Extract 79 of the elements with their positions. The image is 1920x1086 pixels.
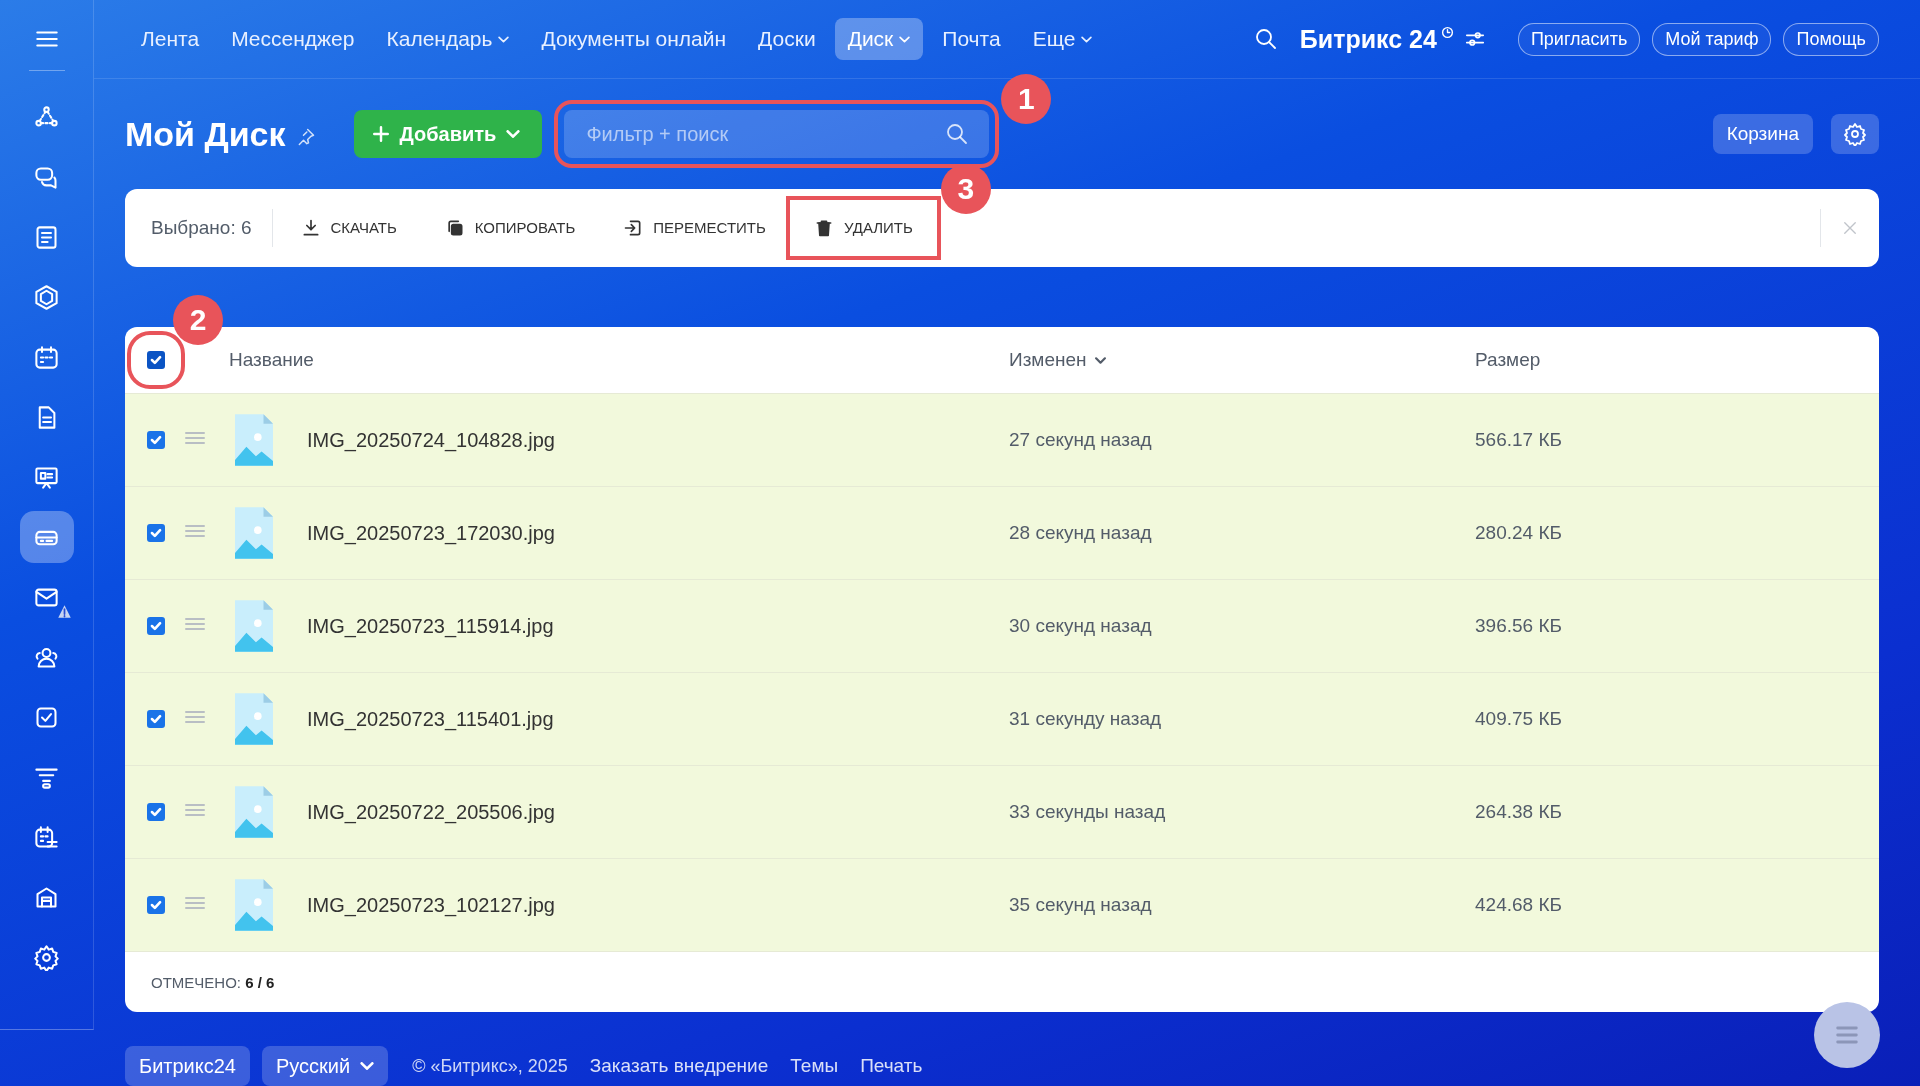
nav-link[interactable]: Доски xyxy=(745,18,829,61)
plus-icon xyxy=(371,125,390,143)
caret-icon xyxy=(1094,356,1106,364)
nav-link[interactable]: Еще xyxy=(1019,18,1106,61)
footer-link[interactable]: Заказать внедрение xyxy=(589,1055,769,1077)
action-button[interactable]: ПЕРЕМЕСТИТЬ xyxy=(603,203,786,252)
footer-link[interactable]: Печать xyxy=(860,1055,923,1077)
file-size: 409.75 КБ xyxy=(1475,708,1563,730)
file-size: 280.24 КБ xyxy=(1475,522,1563,544)
modified-time: 31 секунду назад xyxy=(1009,708,1163,730)
modified-time: 30 секунд назад xyxy=(1009,615,1153,637)
nav-link[interactable]: Лента xyxy=(128,18,213,61)
file-name[interactable]: IMG_20250723_172030.jpg xyxy=(307,521,555,545)
header-button[interactable]: Помощь xyxy=(1783,22,1879,56)
drag-handle-icon[interactable] xyxy=(185,896,205,910)
file-size: 396.56 КБ xyxy=(1475,615,1563,637)
select-all-checkbox[interactable] xyxy=(147,351,165,369)
image-file-icon xyxy=(235,879,273,931)
row-checkbox[interactable] xyxy=(147,431,165,449)
caret-icon xyxy=(506,130,521,138)
file-size: 566.17 КБ xyxy=(1475,429,1563,451)
file-name[interactable]: IMG_20250722_205506.jpg xyxy=(307,800,555,824)
footer-link[interactable]: Темы xyxy=(790,1055,839,1077)
settings-icon xyxy=(1843,122,1867,146)
row-checkbox[interactable] xyxy=(147,524,165,542)
trash-button[interactable]: Корзина xyxy=(1712,114,1813,154)
caret-icon xyxy=(899,35,911,43)
clock-icon xyxy=(1440,25,1454,39)
logo[interactable]: Битрикс 24 xyxy=(1299,24,1437,54)
step-number: 1 xyxy=(1001,74,1052,124)
search-icon[interactable] xyxy=(945,122,970,146)
modified-time: 27 секунд назад xyxy=(1009,429,1153,451)
step-number: 2 xyxy=(173,295,223,345)
column-header[interactable]: Размер xyxy=(1475,349,1879,371)
file-name[interactable]: IMG_20250723_102127.jpg xyxy=(307,893,555,917)
language-button[interactable]: Русский xyxy=(262,1046,389,1086)
brand-button[interactable]: Битрикс24 xyxy=(125,1046,250,1086)
caret-icon xyxy=(498,35,510,43)
modified-time: 28 секунд назад xyxy=(1009,522,1153,544)
column-header[interactable]: Изменен xyxy=(1009,349,1475,371)
search-icon[interactable] xyxy=(1253,27,1278,52)
nav-link[interactable]: Почта xyxy=(929,18,1014,61)
drag-handle-icon[interactable] xyxy=(185,431,205,445)
column-header[interactable]: Название xyxy=(229,349,1009,371)
selected-count: Выбрано: 6 xyxy=(151,216,252,239)
drag-handle-icon[interactable] xyxy=(185,524,205,538)
image-file-icon xyxy=(235,786,273,838)
drag-handle-icon[interactable] xyxy=(185,710,205,724)
nav-link[interactable]: Документы онлайн xyxy=(528,18,740,61)
image-file-icon xyxy=(235,693,273,745)
action-button[interactable]: КОПИРОВАТЬ xyxy=(424,203,596,252)
row-checkbox[interactable] xyxy=(147,896,165,914)
file-name[interactable]: IMG_20250723_115401.jpg xyxy=(307,707,554,731)
caret-icon xyxy=(1081,35,1093,43)
file-size: 264.38 КБ xyxy=(1475,801,1563,823)
file-size: 424.68 КБ xyxy=(1475,894,1563,916)
caret-icon xyxy=(360,1062,375,1070)
nav-link[interactable]: Календарь xyxy=(373,18,523,61)
action-button[interactable]: СКАЧАТЬ xyxy=(280,203,417,252)
nav-link[interactable]: Мессенджер xyxy=(218,18,368,61)
copyright: © «Битрикс», 2025 xyxy=(412,1055,568,1077)
drag-handle-icon[interactable] xyxy=(185,617,205,631)
header-button[interactable]: Мой тариф xyxy=(1652,22,1772,56)
modified-time: 33 секунды назад xyxy=(1009,801,1167,823)
file-name[interactable]: IMG_20250723_115914.jpg xyxy=(307,614,554,638)
image-file-icon xyxy=(235,414,273,466)
action-button[interactable]: УДАЛИТЬ xyxy=(793,203,933,252)
modified-time: 35 секунд назад xyxy=(1009,894,1153,916)
row-checkbox[interactable] xyxy=(147,710,165,728)
settings-button[interactable] xyxy=(1831,114,1879,154)
page-title: Мой Диск xyxy=(125,114,286,154)
row-checkbox[interactable] xyxy=(147,803,165,821)
file-name[interactable]: IMG_20250724_104828.jpg xyxy=(307,428,555,452)
header-button[interactable]: Пригласить xyxy=(1517,22,1641,56)
image-file-icon xyxy=(235,507,273,559)
image-file-icon xyxy=(235,600,273,652)
marked-count: ОТМЕЧЕНО: 6 / 6 xyxy=(151,973,275,991)
row-checkbox[interactable] xyxy=(147,617,165,635)
drag-handle-icon[interactable] xyxy=(185,803,205,817)
